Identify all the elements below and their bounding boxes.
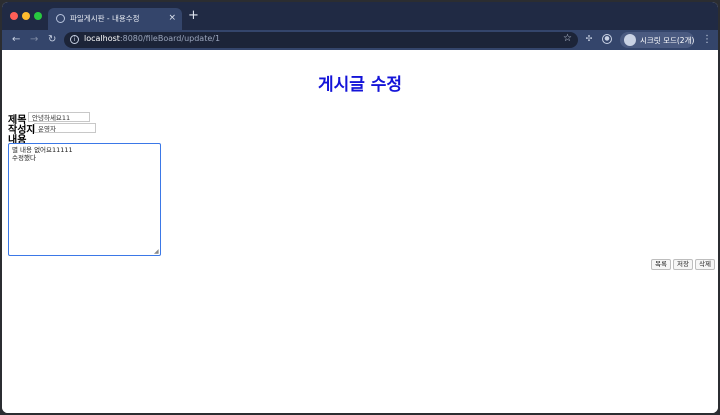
minimize-window-button[interactable] (22, 12, 30, 20)
save-button[interactable]: 저장 (673, 259, 693, 270)
tab-title: 파일게시판 - 내용수정 (70, 14, 140, 23)
back-arrow-icon[interactable]: ← (12, 33, 20, 47)
globe-icon (56, 14, 65, 23)
title-input[interactable] (28, 112, 90, 122)
writer-input[interactable] (34, 123, 96, 133)
url-text[interactable]: localhost:8080/fileBoard/update/1 (84, 34, 220, 43)
incognito-profile-button[interactable]: 시크릿 모드(2개) (620, 32, 694, 48)
browser-window: 파일게시판 - 내용수정 × + ← → ↻ i localhost:8080/… (2, 2, 718, 413)
url-path: :8080/fileBoard/update/1 (119, 34, 221, 43)
forward-arrow-icon[interactable]: → (30, 33, 38, 47)
list-button[interactable]: 목록 (651, 259, 671, 270)
close-tab-icon[interactable]: × (168, 12, 176, 24)
delete-button[interactable]: 삭제 (695, 259, 715, 270)
address-bar-row: ← → ↻ i localhost:8080/fileBoard/update/… (2, 30, 718, 50)
page-title: 게시글 수정 (317, 75, 403, 95)
content-textarea[interactable]: 별 내용 없어요11111 수정했다 (8, 143, 161, 256)
textarea-resize-handle[interactable]: ◢ (154, 249, 159, 255)
site-info-icon[interactable]: i (70, 35, 79, 44)
new-tab-button[interactable]: + (188, 9, 199, 23)
bookmark-star-icon[interactable]: ☆ (563, 33, 572, 44)
active-tab[interactable]: 파일게시판 - 내용수정 × (48, 8, 182, 30)
url-bar[interactable]: i localhost:8080/fileBoard/update/1 ☆ (64, 32, 578, 48)
incognito-avatar-icon (624, 34, 636, 46)
reload-icon[interactable]: ↻ (48, 33, 56, 47)
incognito-label: 시크릿 모드(2개) (640, 36, 695, 45)
url-host: localhost (84, 34, 120, 43)
browser-menu-icon[interactable]: ⋮ (702, 33, 712, 47)
close-window-button[interactable] (10, 12, 18, 20)
maximize-window-button[interactable] (34, 12, 42, 20)
extension-circle-icon[interactable]: ● (602, 34, 612, 44)
tab-strip: 파일게시판 - 내용수정 × + (2, 2, 718, 30)
extension-puzzle-icon[interactable]: ✣ (584, 34, 594, 44)
page-content: 게시글 수정 제목 작성자 내용 별 내용 없어요11111 수정했다 ◢ 목록… (2, 50, 718, 413)
